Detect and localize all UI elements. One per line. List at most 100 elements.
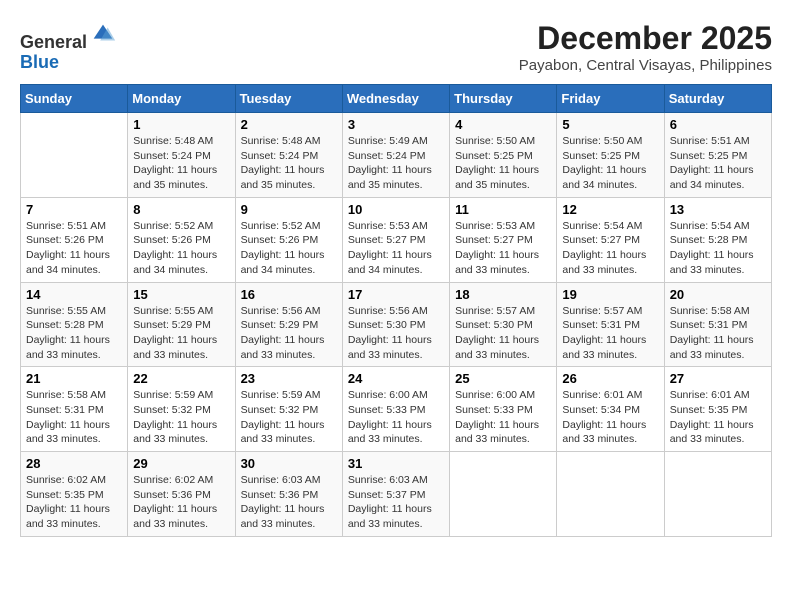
day-info: Sunrise: 5:59 AM Sunset: 5:32 PM Dayligh… xyxy=(241,388,337,447)
day-info: Sunrise: 5:58 AM Sunset: 5:31 PM Dayligh… xyxy=(670,304,766,363)
calendar-week-5: 28Sunrise: 6:02 AM Sunset: 5:35 PM Dayli… xyxy=(21,452,772,537)
day-info: Sunrise: 5:49 AM Sunset: 5:24 PM Dayligh… xyxy=(348,134,444,193)
day-info: Sunrise: 5:50 AM Sunset: 5:25 PM Dayligh… xyxy=(455,134,551,193)
day-number: 11 xyxy=(455,202,551,217)
day-number: 12 xyxy=(562,202,658,217)
day-info: Sunrise: 5:55 AM Sunset: 5:29 PM Dayligh… xyxy=(133,304,229,363)
calendar-cell: 27 Sunrise: 6:01 AM Sunset: 5:35 PM Dayli… xyxy=(664,367,771,452)
calendar-cell xyxy=(450,452,557,537)
calendar-cell: 17 Sunrise: 5:56 AM Sunset: 5:30 PM Dayli… xyxy=(342,282,449,367)
day-number: 8 xyxy=(133,202,229,217)
calendar-cell: 8 Sunrise: 5:52 AM Sunset: 5:26 PM Daylig… xyxy=(128,197,235,282)
day-info: Sunrise: 5:52 AM Sunset: 5:26 PM Dayligh… xyxy=(241,219,337,278)
day-number: 23 xyxy=(241,371,337,386)
day-info: Sunrise: 5:50 AM Sunset: 5:25 PM Dayligh… xyxy=(562,134,658,193)
day-info: Sunrise: 5:57 AM Sunset: 5:31 PM Dayligh… xyxy=(562,304,658,363)
day-number: 7 xyxy=(26,202,122,217)
day-number: 1 xyxy=(133,117,229,132)
day-info: Sunrise: 6:00 AM Sunset: 5:33 PM Dayligh… xyxy=(455,388,551,447)
calendar-cell: 21 Sunrise: 5:58 AM Sunset: 5:31 PM Dayli… xyxy=(21,367,128,452)
day-info: Sunrise: 5:56 AM Sunset: 5:30 PM Dayligh… xyxy=(348,304,444,363)
day-info: Sunrise: 6:01 AM Sunset: 5:35 PM Dayligh… xyxy=(670,388,766,447)
day-number: 6 xyxy=(670,117,766,132)
calendar-cell: 15 Sunrise: 5:55 AM Sunset: 5:29 PM Dayli… xyxy=(128,282,235,367)
day-number: 2 xyxy=(241,117,337,132)
day-number: 20 xyxy=(670,287,766,302)
month-year-title: December 2025 xyxy=(519,20,772,57)
calendar-cell: 16 Sunrise: 5:56 AM Sunset: 5:29 PM Dayli… xyxy=(235,282,342,367)
calendar-cell: 28Sunrise: 6:02 AM Sunset: 5:35 PM Dayli… xyxy=(21,452,128,537)
day-info: Sunrise: 6:03 AM Sunset: 5:37 PM Dayligh… xyxy=(348,473,444,532)
day-info: Sunrise: 5:51 AM Sunset: 5:26 PM Dayligh… xyxy=(26,219,122,278)
calendar-cell: 19Sunrise: 5:57 AM Sunset: 5:31 PM Dayli… xyxy=(557,282,664,367)
day-header-tuesday: Tuesday xyxy=(235,85,342,113)
day-info: Sunrise: 6:03 AM Sunset: 5:36 PM Dayligh… xyxy=(241,473,337,532)
calendar-header-row: SundayMondayTuesdayWednesdayThursdayFrid… xyxy=(21,85,772,113)
day-info: Sunrise: 6:02 AM Sunset: 5:36 PM Dayligh… xyxy=(133,473,229,532)
calendar-cell: 13 Sunrise: 5:54 AM Sunset: 5:28 PM Dayli… xyxy=(664,197,771,282)
day-number: 5 xyxy=(562,117,658,132)
day-number: 26 xyxy=(562,371,658,386)
calendar-cell: 2 Sunrise: 5:48 AM Sunset: 5:24 PM Daylig… xyxy=(235,113,342,198)
day-number: 4 xyxy=(455,117,551,132)
logo-blue-text: Blue xyxy=(20,52,59,72)
day-info: Sunrise: 5:48 AM Sunset: 5:24 PM Dayligh… xyxy=(133,134,229,193)
day-info: Sunrise: 6:02 AM Sunset: 5:35 PM Dayligh… xyxy=(26,473,122,532)
day-number: 15 xyxy=(133,287,229,302)
calendar-cell: 30 Sunrise: 6:03 AM Sunset: 5:36 PM Dayli… xyxy=(235,452,342,537)
calendar-week-2: 7 Sunrise: 5:51 AM Sunset: 5:26 PM Daylig… xyxy=(21,197,772,282)
calendar-cell: 11 Sunrise: 5:53 AM Sunset: 5:27 PM Dayli… xyxy=(450,197,557,282)
day-info: Sunrise: 5:54 AM Sunset: 5:27 PM Dayligh… xyxy=(562,219,658,278)
day-number: 13 xyxy=(670,202,766,217)
day-info: Sunrise: 5:53 AM Sunset: 5:27 PM Dayligh… xyxy=(455,219,551,278)
calendar-table: SundayMondayTuesdayWednesdayThursdayFrid… xyxy=(20,84,772,537)
calendar-cell: 3 Sunrise: 5:49 AM Sunset: 5:24 PM Daylig… xyxy=(342,113,449,198)
day-header-wednesday: Wednesday xyxy=(342,85,449,113)
day-number: 25 xyxy=(455,371,551,386)
day-header-saturday: Saturday xyxy=(664,85,771,113)
day-info: Sunrise: 5:48 AM Sunset: 5:24 PM Dayligh… xyxy=(241,134,337,193)
day-info: Sunrise: 5:59 AM Sunset: 5:32 PM Dayligh… xyxy=(133,388,229,447)
day-number: 21 xyxy=(26,371,122,386)
day-info: Sunrise: 5:58 AM Sunset: 5:31 PM Dayligh… xyxy=(26,388,122,447)
location-subtitle: Payabon, Central Visayas, Philippines xyxy=(519,57,772,74)
title-block: December 2025 Payabon, Central Visayas, … xyxy=(519,20,772,74)
calendar-cell: 12 Sunrise: 5:54 AM Sunset: 5:27 PM Dayli… xyxy=(557,197,664,282)
day-info: Sunrise: 5:54 AM Sunset: 5:28 PM Dayligh… xyxy=(670,219,766,278)
day-number: 16 xyxy=(241,287,337,302)
day-header-monday: Monday xyxy=(128,85,235,113)
day-header-thursday: Thursday xyxy=(450,85,557,113)
logo-icon xyxy=(89,20,117,48)
calendar-cell: 18Sunrise: 5:57 AM Sunset: 5:30 PM Dayli… xyxy=(450,282,557,367)
calendar-cell: 22Sunrise: 5:59 AM Sunset: 5:32 PM Dayli… xyxy=(128,367,235,452)
calendar-week-1: 1 Sunrise: 5:48 AM Sunset: 5:24 PM Daylig… xyxy=(21,113,772,198)
calendar-week-4: 21 Sunrise: 5:58 AM Sunset: 5:31 PM Dayli… xyxy=(21,367,772,452)
day-header-friday: Friday xyxy=(557,85,664,113)
calendar-cell: 25 Sunrise: 6:00 AM Sunset: 5:33 PM Dayli… xyxy=(450,367,557,452)
day-header-sunday: Sunday xyxy=(21,85,128,113)
day-number: 10 xyxy=(348,202,444,217)
calendar-cell xyxy=(664,452,771,537)
day-number: 27 xyxy=(670,371,766,386)
day-info: Sunrise: 6:00 AM Sunset: 5:33 PM Dayligh… xyxy=(348,388,444,447)
calendar-cell: 14Sunrise: 5:55 AM Sunset: 5:28 PM Dayli… xyxy=(21,282,128,367)
calendar-cell xyxy=(557,452,664,537)
day-info: Sunrise: 6:01 AM Sunset: 5:34 PM Dayligh… xyxy=(562,388,658,447)
day-number: 3 xyxy=(348,117,444,132)
calendar-cell: 26 Sunrise: 6:01 AM Sunset: 5:34 PM Dayli… xyxy=(557,367,664,452)
day-number: 17 xyxy=(348,287,444,302)
calendar-cell: 24 Sunrise: 6:00 AM Sunset: 5:33 PM Dayli… xyxy=(342,367,449,452)
day-number: 9 xyxy=(241,202,337,217)
calendar-cell: 9 Sunrise: 5:52 AM Sunset: 5:26 PM Daylig… xyxy=(235,197,342,282)
calendar-cell: 5 Sunrise: 5:50 AM Sunset: 5:25 PM Daylig… xyxy=(557,113,664,198)
calendar-cell xyxy=(21,113,128,198)
day-info: Sunrise: 5:52 AM Sunset: 5:26 PM Dayligh… xyxy=(133,219,229,278)
day-number: 30 xyxy=(241,456,337,471)
day-number: 14 xyxy=(26,287,122,302)
day-number: 24 xyxy=(348,371,444,386)
calendar-cell: 7 Sunrise: 5:51 AM Sunset: 5:26 PM Daylig… xyxy=(21,197,128,282)
day-info: Sunrise: 5:56 AM Sunset: 5:29 PM Dayligh… xyxy=(241,304,337,363)
calendar-week-3: 14Sunrise: 5:55 AM Sunset: 5:28 PM Dayli… xyxy=(21,282,772,367)
logo: General Blue xyxy=(20,20,117,73)
calendar-cell: 20 Sunrise: 5:58 AM Sunset: 5:31 PM Dayli… xyxy=(664,282,771,367)
